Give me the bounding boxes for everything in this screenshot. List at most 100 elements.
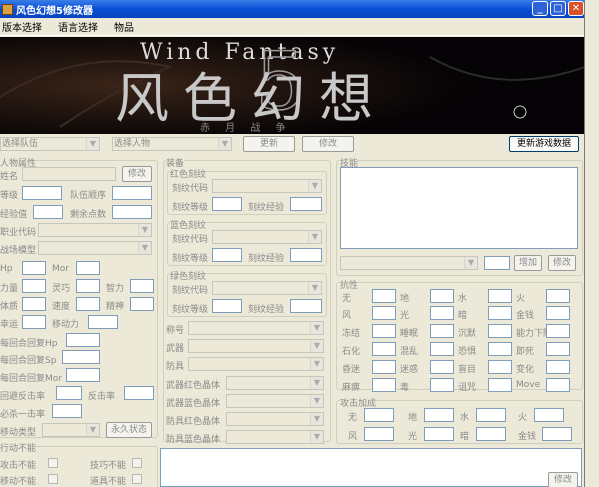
resist-label: 即死 xyxy=(516,347,535,357)
character-select[interactable]: 选择人物 ▼ xyxy=(112,137,232,151)
luk-field[interactable] xyxy=(22,315,46,329)
close-button[interactable]: ✕ xyxy=(568,1,584,16)
weapon-blue-crystal-select[interactable]: ▼ xyxy=(226,394,324,408)
resist-field[interactable] xyxy=(430,306,454,320)
evade-field[interactable] xyxy=(56,386,82,400)
green-lv-field[interactable] xyxy=(212,299,242,313)
skill-disable-checkbox[interactable] xyxy=(132,458,142,468)
armor-select[interactable]: ▼ xyxy=(188,357,324,371)
green-xp-field[interactable] xyxy=(290,299,322,313)
red-xp-field[interactable] xyxy=(290,197,322,211)
move-disable-checkbox[interactable] xyxy=(48,474,58,484)
level-field[interactable] xyxy=(22,186,62,200)
name-field[interactable] xyxy=(22,167,116,181)
armor-red-crystal-select[interactable]: ▼ xyxy=(226,412,324,426)
resist-field[interactable] xyxy=(372,306,396,320)
attack-bonus-field[interactable] xyxy=(364,427,394,441)
attack-bonus-field[interactable] xyxy=(364,408,394,422)
attack-bonus-field[interactable] xyxy=(424,408,454,422)
resist-field[interactable] xyxy=(372,360,396,374)
resist-field[interactable] xyxy=(488,360,512,374)
menu-language[interactable]: 语言选择 xyxy=(56,19,98,34)
move-type-select[interactable]: ▼ xyxy=(42,423,100,437)
hp-field[interactable] xyxy=(22,261,46,275)
blue-code-select[interactable]: ▼ xyxy=(212,230,322,244)
resist-field[interactable] xyxy=(488,289,512,303)
armor-blue-crystal-select[interactable]: ▼ xyxy=(226,430,324,444)
output-text-area[interactable] xyxy=(160,448,582,487)
skill-add-button[interactable]: 增加 xyxy=(514,255,542,271)
resist-field[interactable] xyxy=(546,324,570,338)
blue-xp-field[interactable] xyxy=(290,248,322,262)
minimize-button[interactable]: _ xyxy=(532,1,548,16)
resist-field[interactable] xyxy=(546,289,570,303)
refresh-game-data-button[interactable]: 更新游戏数据 xyxy=(509,136,579,152)
resist-field[interactable] xyxy=(546,360,570,374)
spd-field[interactable] xyxy=(76,297,100,311)
blue-lv-field[interactable] xyxy=(212,248,242,262)
class-code-select[interactable]: ▼ xyxy=(38,223,152,237)
spi-field[interactable] xyxy=(130,297,154,311)
weapon-red-crystal-select[interactable]: ▼ xyxy=(226,376,324,390)
regen-sp-field[interactable] xyxy=(62,350,100,364)
resist-field[interactable] xyxy=(546,378,570,392)
crit-field[interactable] xyxy=(52,404,82,418)
resist-field[interactable] xyxy=(430,378,454,392)
exp-field[interactable] xyxy=(33,205,63,219)
counter-field[interactable] xyxy=(124,386,154,400)
maximize-button[interactable]: □ xyxy=(550,1,566,16)
red-lv-field[interactable] xyxy=(212,197,242,211)
name-modify-button[interactable]: 修改 xyxy=(122,166,152,182)
modify-top-button[interactable]: 修改 xyxy=(302,136,354,152)
skill-value-field[interactable] xyxy=(484,256,510,270)
attack-bonus-item-label: 水 xyxy=(460,413,470,423)
resist-field[interactable] xyxy=(488,306,512,320)
resist-field[interactable] xyxy=(372,289,396,303)
attack-bonus-field[interactable] xyxy=(476,427,506,441)
int-field[interactable] xyxy=(130,279,154,293)
str-field[interactable] xyxy=(22,279,46,293)
permanent-state-button[interactable]: 永久状态 xyxy=(106,422,152,438)
bottom-modify-button[interactable]: 修改 xyxy=(548,472,578,487)
resist-field[interactable] xyxy=(488,378,512,392)
resist-field[interactable] xyxy=(430,289,454,303)
skills-list[interactable] xyxy=(340,167,578,249)
title-select[interactable]: ▼ xyxy=(188,321,324,335)
attack-bonus-field[interactable] xyxy=(534,408,564,422)
skill-modify-button[interactable]: 修改 xyxy=(548,255,576,271)
regen-hp-field[interactable] xyxy=(66,333,100,347)
attack-bonus-field[interactable] xyxy=(424,427,454,441)
resist-field[interactable] xyxy=(488,324,512,338)
resist-field[interactable] xyxy=(430,342,454,356)
vit-field[interactable] xyxy=(22,297,46,311)
attack-disable-checkbox[interactable] xyxy=(48,458,58,468)
points-field[interactable] xyxy=(112,205,152,219)
item-disable-checkbox[interactable] xyxy=(132,474,142,484)
move-field[interactable] xyxy=(88,315,118,329)
green-code-select[interactable]: ▼ xyxy=(212,281,322,295)
resist-field[interactable] xyxy=(430,324,454,338)
menu-version[interactable]: 版本选择 xyxy=(0,19,42,34)
team-select[interactable]: 选择队伍 ▼ xyxy=(0,137,100,151)
attack-bonus-field[interactable] xyxy=(476,408,506,422)
resist-field[interactable] xyxy=(546,342,570,356)
resist-field[interactable] xyxy=(372,342,396,356)
agi-field[interactable] xyxy=(76,279,100,293)
resist-field[interactable] xyxy=(372,378,396,392)
menu-items[interactable]: 物品 xyxy=(112,19,134,34)
red-code-select[interactable]: ▼ xyxy=(212,179,322,193)
battle-model-select[interactable]: ▼ xyxy=(38,241,152,255)
attack-bonus-field[interactable] xyxy=(542,427,572,441)
update-button[interactable]: 更新 xyxy=(243,136,295,152)
resist-label: 恐惧 xyxy=(458,347,477,357)
resist-field[interactable] xyxy=(430,360,454,374)
hp-label: Hp xyxy=(0,264,13,274)
resist-field[interactable] xyxy=(372,324,396,338)
skill-select[interactable]: ▼ xyxy=(340,256,478,270)
regen-mor-field[interactable] xyxy=(66,368,100,382)
resist-field[interactable] xyxy=(488,342,512,356)
resist-field[interactable] xyxy=(546,306,570,320)
order-field[interactable] xyxy=(112,186,152,200)
weapon-select[interactable]: ▼ xyxy=(188,339,324,353)
mor-field[interactable] xyxy=(76,261,100,275)
